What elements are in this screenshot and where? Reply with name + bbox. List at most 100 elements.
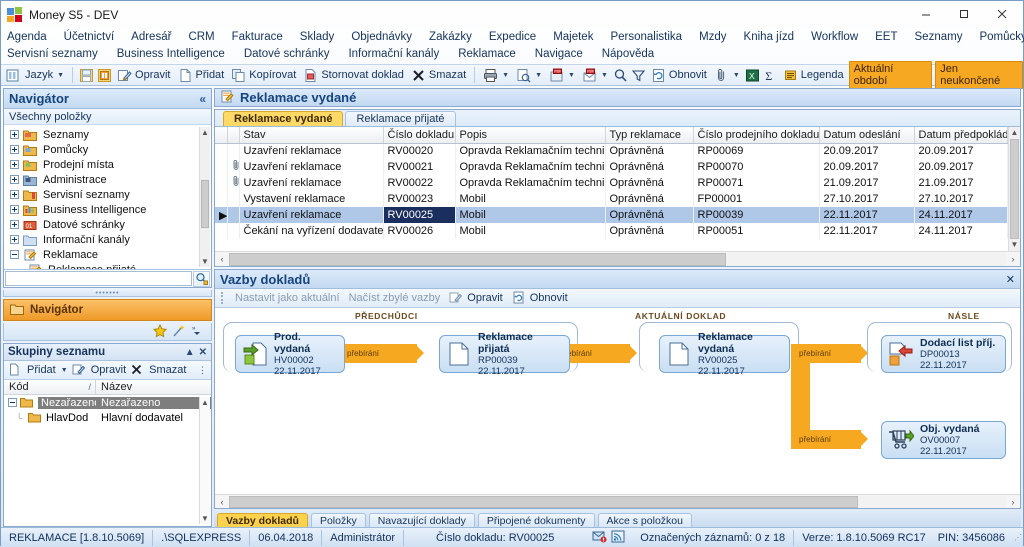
scroll-thumb[interactable] (201, 180, 209, 228)
tree-item-reklamace[interactable]: Reklamace (4, 247, 211, 262)
groups-row-nezarazeno[interactable]: Nezařazeno Nezařazeno (4, 395, 211, 410)
navigator-bar[interactable]: Navigátor (3, 299, 212, 321)
scroll-thumb[interactable] (1010, 139, 1019, 239)
edit-button[interactable]: Opravit (115, 65, 172, 85)
current-period-badge[interactable]: Aktuální období (848, 61, 933, 89)
scroll-down-icon[interactable]: ▼ (1009, 239, 1020, 251)
diagram-node-reklamace-prijata[interactable]: Reklamace přijatá RP00039 22.11.2017 (439, 331, 570, 377)
expander-icon[interactable] (10, 235, 19, 244)
tab-akce-s-polozkou[interactable]: Akce s položkou (597, 513, 692, 527)
export-pdf-button[interactable]: PDF ▼ (547, 65, 577, 85)
scroll-thumb[interactable] (229, 252, 727, 266)
tree-item-informacni-kanaly[interactable]: Informační kanály (4, 232, 211, 247)
close-icon[interactable]: ✕ (199, 347, 207, 358)
menu-item-personalistika[interactable]: Personalistika (610, 31, 682, 43)
scroll-track[interactable] (229, 252, 1006, 266)
collapser-icon[interactable] (8, 398, 17, 407)
grid-vertical-scrollbar[interactable]: ▲ ▼ (1008, 127, 1020, 251)
collapser-icon[interactable] (10, 250, 19, 259)
delete-button[interactable]: Smazat (409, 65, 468, 85)
tree-item-servisni-seznamy[interactable]: Servisní seznamy (4, 187, 211, 202)
tree-item-seznamy[interactable]: Seznamy (4, 127, 211, 142)
edit-icon[interactable] (72, 363, 87, 378)
scroll-up-icon[interactable]: ▲ (200, 397, 210, 408)
col-typ-reklamace[interactable]: Typ reklamace (605, 127, 694, 144)
sidebar-splitter[interactable]: ••••••• (3, 290, 212, 297)
resize-grip-icon[interactable]: ⋰ (1013, 533, 1023, 542)
table-row[interactable]: Vystavení reklamace RV00023 Mobil Oprávn… (215, 191, 1008, 207)
add-button[interactable]: Přidat (176, 65, 227, 85)
col-datum-vyrizeni[interactable]: Datum předpokládaného vyřízení (914, 127, 1008, 144)
scroll-down-icon[interactable]: ▼ (200, 513, 210, 524)
menu-item-seznamy[interactable]: Seznamy (915, 31, 963, 43)
minimize-icon[interactable] (907, 1, 945, 26)
excel-export-icon[interactable]: X (745, 68, 760, 83)
menu-item-napoveda[interactable]: Nápověda (602, 48, 654, 60)
scroll-left-icon[interactable]: ‹ (215, 497, 229, 507)
scroll-thumb[interactable] (229, 495, 859, 508)
cancel-document-button[interactable]: Stornovat doklad (301, 65, 406, 85)
col-stav[interactable]: Stav (239, 127, 384, 144)
links-edit-button[interactable]: Opravit (449, 291, 503, 306)
email-pdf-button[interactable]: PDF ▼ (580, 65, 610, 85)
refresh-button[interactable]: Obnovit (649, 65, 709, 85)
language-button[interactable]: Jazyk ▼ (23, 65, 66, 85)
more-icon[interactable]: » (191, 324, 206, 339)
col-cislo-dokladu[interactable]: Číslo dokladu▲ (383, 127, 456, 144)
search-icon[interactable] (613, 68, 628, 83)
menu-item-eet[interactable]: EET (875, 31, 897, 43)
col-cislo-prodejniho-dokladu[interactable]: Číslo prodejního dokladu (693, 127, 820, 144)
groups-row-hlavdod[interactable]: └ HlavDod Hlavní dodavatel (4, 410, 211, 425)
menu-item-reklamace[interactable]: Reklamace (458, 48, 516, 60)
filter-icon[interactable] (631, 68, 646, 83)
scroll-down-icon[interactable]: ▼ (200, 256, 210, 267)
menu-item-zakazky[interactable]: Zakázky (429, 31, 472, 43)
expander-icon[interactable] (10, 220, 19, 229)
scroll-up-icon[interactable]: ▲ (1009, 127, 1020, 139)
menu-item-crm[interactable]: CRM (188, 31, 214, 43)
only-open-badge[interactable]: Jen neukončené (935, 61, 1024, 89)
groups-scrollbar[interactable]: ▲ ▼ (199, 397, 210, 524)
tree-item-business-intelligence[interactable]: Business Intelligence (4, 202, 211, 217)
tab-vazby-dokladu[interactable]: Vazby dokladů (217, 513, 308, 527)
scroll-up-icon[interactable]: ▲ (200, 127, 210, 138)
tab-reklamace-prijate[interactable]: Reklamace přijaté (345, 111, 456, 126)
magnifier-icon[interactable] (193, 270, 210, 287)
close-icon[interactable] (983, 1, 1021, 26)
load-remaining-links-button[interactable]: Načíst zbylé vazby (349, 292, 441, 304)
groups-add-label[interactable]: Přidat (27, 364, 56, 376)
mail-error-icon[interactable] (592, 530, 607, 545)
search-input[interactable] (5, 271, 192, 286)
col-datum-odeslani[interactable]: Datum odeslání (819, 127, 915, 144)
legend-button[interactable]: Legenda (781, 65, 846, 85)
tab-navazujici-doklady[interactable]: Navazující doklady (368, 513, 475, 527)
groups-edit-label[interactable]: Opravit (91, 364, 126, 376)
links-horizontal-scrollbar[interactable]: ‹ › (215, 494, 1020, 508)
tree-item-administrace[interactable]: Administrace (4, 172, 211, 187)
menu-item-ucetnictvi[interactable]: Účetnictví (64, 31, 115, 43)
tree-item-reklamace-prijate[interactable]: Reklamace přijaté (4, 262, 211, 269)
print-button[interactable]: ▼ (481, 65, 511, 85)
new-document-icon[interactable] (8, 363, 23, 378)
panels-icon[interactable] (5, 68, 20, 83)
save-all-icon[interactable] (97, 68, 112, 83)
navigator-tree-scrollbar[interactable]: ▲ ▼ (199, 127, 210, 267)
diagram-node-dodaci-list-prij[interactable]: Dodací list příj. DP00013 22.11.2017 (881, 335, 1006, 373)
expander-icon[interactable] (10, 145, 19, 154)
tab-pripojene-dokumenty[interactable]: Připojené dokumenty (477, 513, 595, 527)
expander-icon[interactable] (10, 175, 19, 184)
menu-item-navigace[interactable]: Navigace (535, 48, 583, 60)
expander-icon[interactable] (10, 205, 19, 214)
scroll-right-icon[interactable]: › (1006, 254, 1020, 264)
table-row[interactable]: Uzavření reklamace RV00022 Opravda Rekla… (215, 175, 1008, 191)
col-popis[interactable]: Popis (455, 127, 606, 144)
scroll-right-icon[interactable]: › (1006, 497, 1020, 507)
menu-item-business-intelligence[interactable]: Business Intelligence (117, 48, 225, 60)
chevron-double-left-icon[interactable]: « (199, 92, 206, 106)
menu-item-datove-schranky[interactable]: Datové schránky (244, 48, 330, 60)
menu-item-objednavky[interactable]: Objednávky (351, 31, 412, 43)
links-refresh-button[interactable]: Obnovit (512, 291, 568, 306)
menu-item-pomucky[interactable]: Pomůcky (979, 31, 1024, 43)
save-icon[interactable] (79, 68, 94, 83)
chevron-down-icon[interactable]: ▼ (61, 367, 68, 374)
